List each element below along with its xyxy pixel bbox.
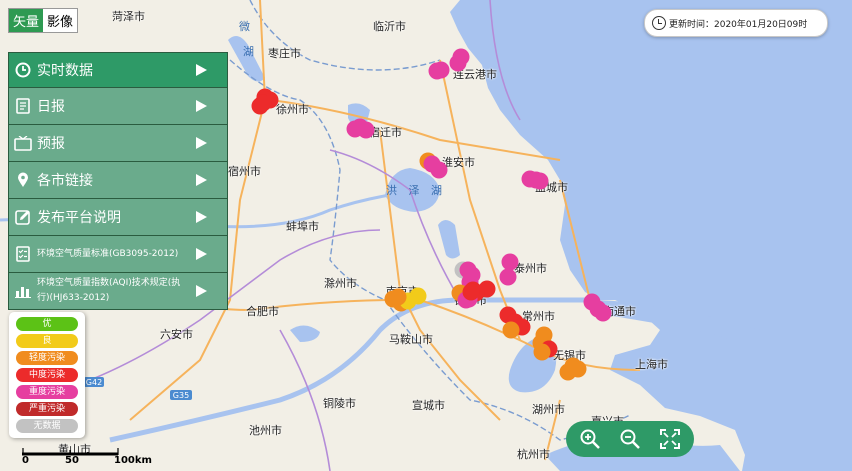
- lake-label-weishan: 微: [239, 20, 254, 33]
- legend-item-heavy: 重度污染: [16, 385, 78, 399]
- station-marker-heavy[interactable]: [531, 172, 549, 190]
- legend-item-moderate: 中度污染: [16, 368, 78, 382]
- lake-label-weishan2: 湖: [243, 45, 258, 58]
- city-label-linyi: 临沂市: [373, 20, 406, 33]
- update-time-text: 更新时间：2020年01月20日09时: [669, 19, 808, 30]
- menu-item-platform-info[interactable]: 发布平台说明: [8, 199, 228, 236]
- legend-item-good: 良: [16, 334, 78, 348]
- station-marker-heavy[interactable]: [346, 120, 364, 138]
- city-label-tongling: 铜陵市: [323, 397, 356, 410]
- imagery-layer-button[interactable]: 影像: [43, 9, 77, 32]
- legend-item-light: 轻度污染: [16, 351, 78, 365]
- menu-item-label: 各市链接: [37, 173, 93, 189]
- document-icon: [9, 98, 37, 114]
- scale-tick-50: 50: [65, 455, 79, 466]
- city-label-chizhou: 池州市: [249, 424, 282, 437]
- station-marker-heavy[interactable]: [499, 268, 517, 286]
- bar-chart-icon: [9, 284, 37, 298]
- play-arrow-icon: [196, 211, 207, 223]
- aqi-legend: 优 良 轻度污染 中度污染 重度污染 严重污染 无数据: [9, 312, 85, 438]
- map-pin-icon: [9, 172, 37, 188]
- clock-icon: [652, 16, 666, 30]
- clock-icon: [9, 62, 37, 78]
- map-layer-switch: 矢量 影像: [8, 8, 79, 33]
- side-menu: 实时数据 日报 预报 各市链接 发布平台说明 环境空气质量标准(GB3095-2…: [8, 52, 228, 310]
- menu-item-city-links[interactable]: 各市链接: [8, 162, 228, 199]
- highway-shield-g42: G42: [86, 378, 102, 387]
- station-marker-heavy[interactable]: [430, 161, 448, 179]
- update-time-badge: 更新时间：2020年01月20日09时: [644, 9, 828, 37]
- zoom-in-button[interactable]: [577, 426, 603, 452]
- station-marker-good[interactable]: [409, 287, 427, 305]
- city-label-huzhou: 湖州市: [532, 403, 565, 416]
- station-marker-heavy[interactable]: [449, 54, 467, 72]
- legend-item-excellent: 优: [16, 317, 78, 331]
- station-marker-light[interactable]: [569, 360, 587, 378]
- zoom-out-icon: [620, 429, 640, 449]
- sea: [450, 0, 852, 471]
- city-label-xuzhou: 徐州市: [276, 103, 309, 116]
- city-label-heze: 菏泽市: [112, 10, 145, 23]
- play-arrow-icon: [196, 285, 207, 297]
- highway-shield-g35: G35: [173, 391, 189, 400]
- city-label-shanghai: 上海市: [635, 358, 668, 371]
- station-marker-moderate[interactable]: [254, 94, 272, 112]
- city-label-maanshan: 马鞍山市: [389, 333, 433, 346]
- map-zoom-toolbar: [566, 421, 694, 457]
- scale-tick-100: 100km: [114, 455, 152, 466]
- legend-item-severe: 严重污染: [16, 402, 78, 416]
- city-label-suzhou-ah: 宿州市: [228, 165, 261, 178]
- full-extent-button[interactable]: [657, 426, 683, 452]
- menu-item-label: 实时数据: [37, 63, 93, 79]
- station-marker-light[interactable]: [389, 288, 407, 306]
- station-marker-light[interactable]: [502, 321, 520, 339]
- station-marker-heavy[interactable]: [594, 304, 612, 322]
- tv-icon: [9, 135, 37, 151]
- menu-item-daily-report[interactable]: 日报: [8, 88, 228, 125]
- menu-item-realtime[interactable]: 实时数据: [8, 52, 228, 88]
- city-label-xuancheng: 宣城市: [412, 399, 445, 412]
- legend-item-nodata: 无数据: [16, 419, 78, 433]
- station-marker-heavy[interactable]: [428, 62, 446, 80]
- play-arrow-icon: [196, 100, 207, 112]
- city-label-hefei: 合肥市: [246, 305, 279, 318]
- lake-label-hongze: 洪 泽 湖: [386, 184, 446, 197]
- vector-layer-button[interactable]: 矢量: [9, 9, 44, 32]
- menu-item-label: 发布平台说明: [37, 210, 121, 226]
- menu-item-label: 环境空气质量标准(GB3095-2012): [37, 248, 179, 259]
- city-label-hangzhou: 杭州市: [517, 448, 550, 461]
- play-arrow-icon: [196, 174, 207, 186]
- map-scale-bar: 0 50 100km: [22, 446, 152, 468]
- play-arrow-icon: [196, 137, 207, 149]
- fullscreen-icon: [660, 429, 680, 449]
- city-label-chuzhou: 滁州市: [324, 277, 357, 290]
- station-marker-light[interactable]: [533, 343, 551, 361]
- menu-item-forecast[interactable]: 预报: [8, 125, 228, 162]
- menu-item-label: 日报: [37, 99, 65, 115]
- map-app: G35 G42 菏泽市 临沂市 枣庄市 徐州市 连云港市 宿迁市 淮安市 盐城市…: [0, 0, 852, 471]
- menu-item-label: 环境空气质量指数(AQI)技术规定(执行)(HJ633-2012): [37, 278, 181, 303]
- play-arrow-icon: [196, 248, 207, 260]
- city-label-taizhou: 泰州市: [514, 262, 547, 275]
- zoom-in-icon: [580, 429, 600, 449]
- menu-item-label: 预报: [37, 136, 65, 152]
- city-label-luan: 六安市: [160, 328, 193, 341]
- city-label-bengbu: 蚌埠市: [286, 220, 319, 233]
- menu-item-aqi-regulation[interactable]: 环境空气质量指数(AQI)技术规定(执行)(HJ633-2012): [8, 273, 228, 310]
- play-arrow-icon: [196, 64, 207, 76]
- zoom-out-button[interactable]: [617, 426, 643, 452]
- city-label-zaozhuang: 枣庄市: [268, 47, 301, 60]
- menu-item-aq-standard[interactable]: 环境空气质量标准(GB3095-2012): [8, 236, 228, 273]
- scale-tick-0: 0: [22, 455, 29, 466]
- station-marker-moderate[interactable]: [462, 283, 480, 301]
- checklist-icon: [9, 246, 37, 262]
- edit-icon: [9, 209, 37, 225]
